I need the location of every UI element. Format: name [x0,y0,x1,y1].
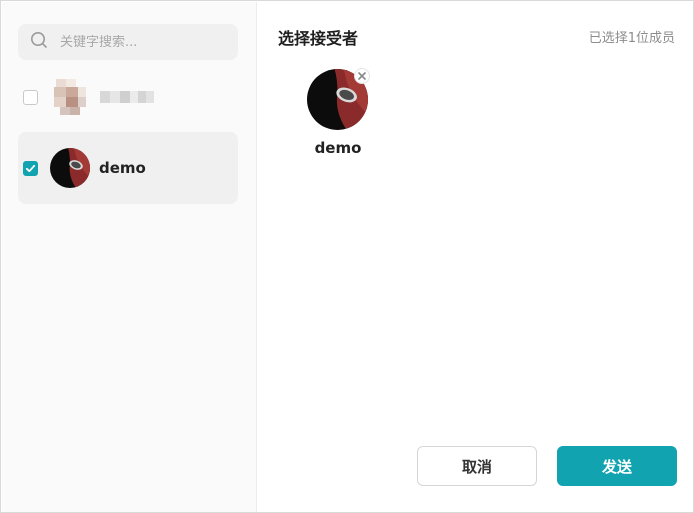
close-icon [358,72,366,80]
send-button[interactable]: 发送 [557,446,677,486]
contact-row[interactable] [18,61,238,133]
cancel-button[interactable]: 取消 [417,446,537,486]
avatar [50,77,90,117]
selected-recipient [307,68,370,130]
panel-title: 选择接受者 [278,29,359,48]
recipient-name: demo [314,139,362,157]
contact-checkbox[interactable] [23,89,38,105]
search-input[interactable] [60,34,220,50]
contact-checkbox[interactable] [23,160,38,176]
contacts-pane: demo [2,2,257,512]
selected-count: 已选择1位成员 [588,31,675,46]
contact-row[interactable]: demo [18,132,238,204]
select-recipients-dialog: demo 选择接受者 已选择1位成员 [0,0,694,513]
contact-name: demo [99,159,146,177]
avatar [50,148,90,188]
avatar [307,68,370,130]
search-icon [30,31,48,53]
search-box[interactable] [18,24,238,60]
remove-recipient-button[interactable] [354,68,370,84]
contact-name-redacted [100,87,156,107]
checkmark-icon [25,164,36,172]
